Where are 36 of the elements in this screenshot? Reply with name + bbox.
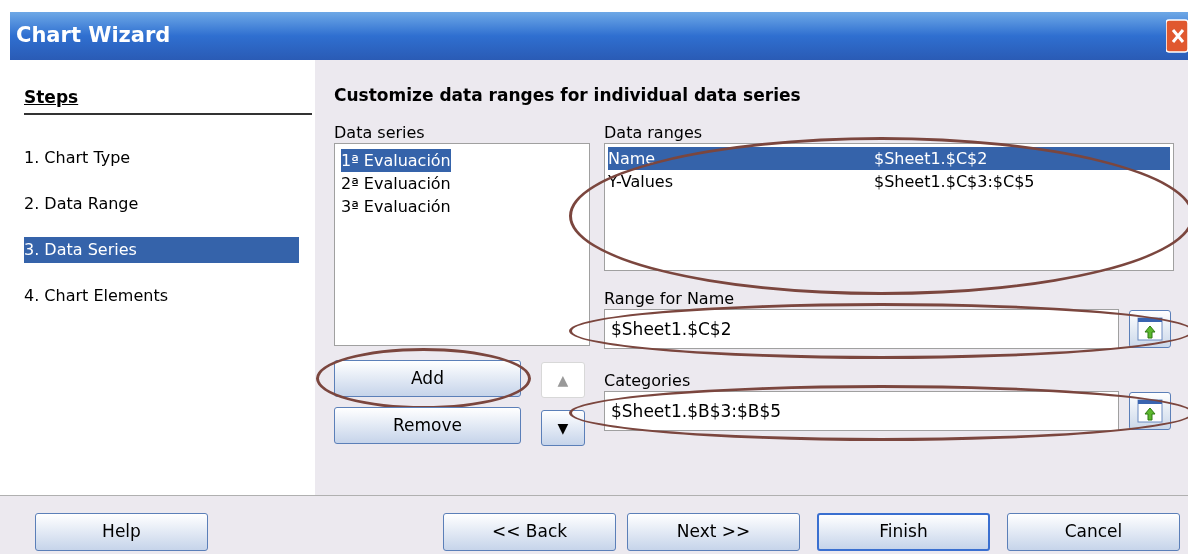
range-row[interactable]: Name $Sheet1.$C$2 bbox=[608, 147, 1170, 170]
range-role: Name bbox=[608, 148, 657, 170]
data-ranges-label: Data ranges bbox=[604, 122, 704, 143]
data-ranges-list[interactable]: Name $Sheet1.$C$2 Y-Values $Sheet1.$C$3:$C$5 bbox=[604, 143, 1174, 271]
range-value: $Sheet1.$C$2 bbox=[874, 148, 988, 170]
categories-label: Categories bbox=[604, 370, 692, 391]
data-series-label: Data series bbox=[334, 122, 426, 143]
shrink-icon bbox=[1137, 317, 1163, 341]
shrink-icon bbox=[1137, 399, 1163, 423]
shrink-button[interactable] bbox=[1129, 310, 1171, 348]
series-button[interactable]: Add bbox=[334, 360, 521, 397]
step-item[interactable]: 1. Chart Type bbox=[24, 144, 312, 171]
series-item[interactable]: 3ª Evaluación bbox=[341, 195, 451, 218]
step-item[interactable]: 4. Chart Elements bbox=[24, 282, 312, 309]
range-for-name-label: Range for Name bbox=[604, 288, 736, 309]
window-title: Chart Wizard bbox=[16, 22, 171, 50]
range-row[interactable]: Y-Values $Sheet1.$C$3:$C$5 bbox=[608, 170, 1170, 193]
series-item[interactable]: 2ª Evaluación bbox=[341, 172, 451, 195]
page-heading: Customize data ranges for individual data series bbox=[334, 84, 802, 107]
footer-button[interactable]: Next >> bbox=[627, 513, 800, 551]
footer-button[interactable]: Cancel bbox=[1007, 513, 1180, 551]
footer-button[interactable]: Finish bbox=[817, 513, 990, 551]
series-item[interactable]: 1ª Evaluación bbox=[341, 149, 451, 172]
shrink-button[interactable] bbox=[1129, 392, 1171, 430]
data-series-list[interactable]: 1ª Evaluación 2ª Evaluación 3ª Evaluación bbox=[334, 143, 590, 346]
range-value: $Sheet1.$C$3:$C$5 bbox=[874, 171, 1035, 193]
categories-field[interactable]: $Sheet1.$B$3:$B$5 bbox=[604, 391, 1119, 431]
step-item[interactable]: 3. Data Series bbox=[24, 236, 299, 263]
close-icon[interactable] bbox=[1166, 19, 1188, 53]
footer-button[interactable]: Help bbox=[35, 513, 208, 551]
step-item[interactable]: 2. Data Range bbox=[24, 190, 312, 217]
range-role: Y-Values bbox=[608, 171, 674, 193]
footer-button[interactable]: << Back bbox=[443, 513, 616, 551]
move-button[interactable]: ▼ bbox=[541, 410, 585, 446]
series-button[interactable]: Remove bbox=[334, 407, 521, 444]
steps-heading: Steps bbox=[24, 85, 312, 115]
